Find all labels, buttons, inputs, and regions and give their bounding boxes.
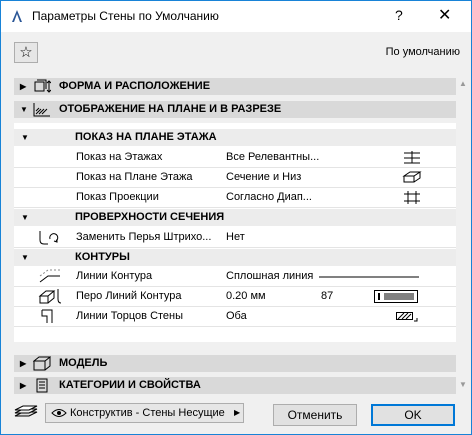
section-model[interactable]: ▶ МОДЕЛЬ	[14, 355, 457, 372]
floor-plan-icon	[402, 171, 422, 183]
row-value[interactable]: Сечение и Низ	[226, 171, 301, 183]
collapse-triangle-icon: ▼	[21, 133, 29, 142]
row-name: Показ на Этажах	[76, 151, 163, 163]
section-label: ОТОБРАЖЕНИЕ НА ПЛАНЕ И В РАЗРЕЗЕ	[59, 103, 282, 115]
stories-icon	[404, 151, 420, 164]
favorites-button[interactable]: ☆	[14, 42, 38, 63]
section-label: ФОРМА И РАСПОЛОЖЕНИЕ	[59, 80, 211, 92]
box-icon	[33, 356, 51, 371]
hatch-icon	[33, 103, 50, 117]
collapse-triangle-icon: ▼	[20, 105, 28, 114]
wall-geometry-icon	[34, 79, 51, 93]
table-row[interactable]: Линии Торцов Стены Оба	[14, 307, 457, 327]
expand-triangle-icon: ▶	[20, 359, 27, 368]
section-label: МОДЕЛЬ	[59, 357, 108, 369]
star-icon: ☆	[19, 44, 33, 61]
projection-icon	[404, 191, 420, 204]
document-icon	[36, 378, 48, 393]
collapse-triangle-icon: ▼	[21, 213, 29, 222]
collapse-triangle-icon: ▼	[21, 253, 29, 262]
row-name: Перо Линий Контура	[76, 290, 182, 302]
wall-end-icon	[41, 309, 53, 323]
dialog-window: Параметры Стены по Умолчанию ? ✕ ☆ По ум…	[0, 0, 472, 435]
table-row[interactable]: Заменить Перья Штрихо... Нет	[14, 228, 457, 248]
default-label: По умолчанию	[385, 46, 460, 58]
pen-number[interactable]: 87	[321, 290, 333, 302]
group-label: КОНТУРЫ	[75, 251, 130, 263]
archicad-icon	[12, 10, 22, 22]
section-label: КАТЕГОРИИ И СВОЙСТВА	[59, 379, 201, 391]
table-row[interactable]: Показ Проекции Согласно Диап...	[14, 188, 457, 208]
window-title: Параметры Стены по Умолчанию	[32, 9, 219, 23]
ok-button[interactable]: OK	[371, 404, 455, 426]
eye-icon	[51, 409, 67, 417]
cancel-button[interactable]: Отменить	[273, 404, 357, 426]
section-plan-section[interactable]: ▼ ОТОБРАЖЕНИЕ НА ПЛАНЕ И В РАЗРЕЗЕ	[14, 101, 457, 118]
group-contours[interactable]: ▼ КОНТУРЫ	[14, 249, 457, 266]
line-preview	[319, 276, 419, 278]
layer-select[interactable]: Конструктив - Стены Несущие ▶	[45, 403, 244, 423]
group-floor-plan-display[interactable]: ▼ ПОКАЗ НА ПЛАНЕ ЭТАЖА	[14, 129, 457, 146]
section-categories[interactable]: ▶ КАТЕГОРИИ И СВОЙСТВА	[14, 377, 457, 394]
row-name: Показ на Плане Этажа	[76, 171, 193, 183]
expand-triangle-icon: ▶	[20, 381, 27, 390]
pen-icon	[38, 289, 62, 304]
table-row[interactable]: Показ на Этажах Все Релевантны...	[14, 148, 457, 168]
row-name: Показ Проекции	[76, 191, 159, 203]
row-value[interactable]: 0.20 мм	[226, 290, 266, 302]
table-row[interactable]: Перо Линий Контура 0.20 мм 87	[14, 287, 457, 307]
section-shape-position[interactable]: ▶ ФОРМА И РАСПОЛОЖЕНИЕ	[14, 78, 457, 95]
row-value[interactable]: Согласно Диап...	[226, 191, 312, 203]
help-button[interactable]: ?	[395, 7, 403, 23]
layer-value: Конструктив - Стены Несущие	[70, 407, 225, 419]
title-bar: Параметры Стены по Умолчанию ? ✕	[1, 1, 471, 32]
pen-override-icon	[39, 231, 59, 245]
row-value[interactable]: Сплошная линия	[226, 270, 313, 282]
row-value[interactable]: Все Релевантны...	[226, 151, 319, 163]
table-row[interactable]: Линии Контура Сплошная линия	[14, 267, 457, 287]
expand-triangle-icon: ▶	[20, 82, 27, 91]
group-label: ПРОВЕРХНОСТИ СЕЧЕНИЯ	[75, 211, 225, 223]
scroll-down-icon[interactable]: ▼	[459, 380, 467, 389]
group-label: ПОКАЗ НА ПЛАНЕ ЭТАЖА	[75, 131, 217, 143]
row-name: Заменить Перья Штрихо...	[76, 231, 212, 243]
chevron-right-icon: ▶	[234, 408, 241, 417]
close-button[interactable]: ✕	[438, 5, 451, 25]
contour-line-icon	[39, 269, 60, 283]
row-name: Линии Контура	[76, 270, 153, 282]
wall-end-preview	[396, 312, 418, 322]
row-value[interactable]: Оба	[226, 310, 247, 322]
row-value[interactable]: Нет	[226, 231, 245, 243]
row-name: Линии Торцов Стены	[76, 310, 184, 322]
scrollbar[interactable]: ▲ ▼	[456, 77, 471, 395]
layers-icon[interactable]	[13, 404, 39, 422]
group-cut-surfaces[interactable]: ▼ ПРОВЕРХНОСТИ СЕЧЕНИЯ	[14, 209, 457, 226]
scroll-up-icon[interactable]: ▲	[459, 79, 467, 88]
pen-color-swatch[interactable]	[374, 290, 418, 303]
settings-panel: ▼ ПОКАЗ НА ПЛАНЕ ЭТАЖА Показ на Этажах В…	[14, 123, 457, 342]
table-row[interactable]: Показ на Плане Этажа Сечение и Низ	[14, 168, 457, 188]
